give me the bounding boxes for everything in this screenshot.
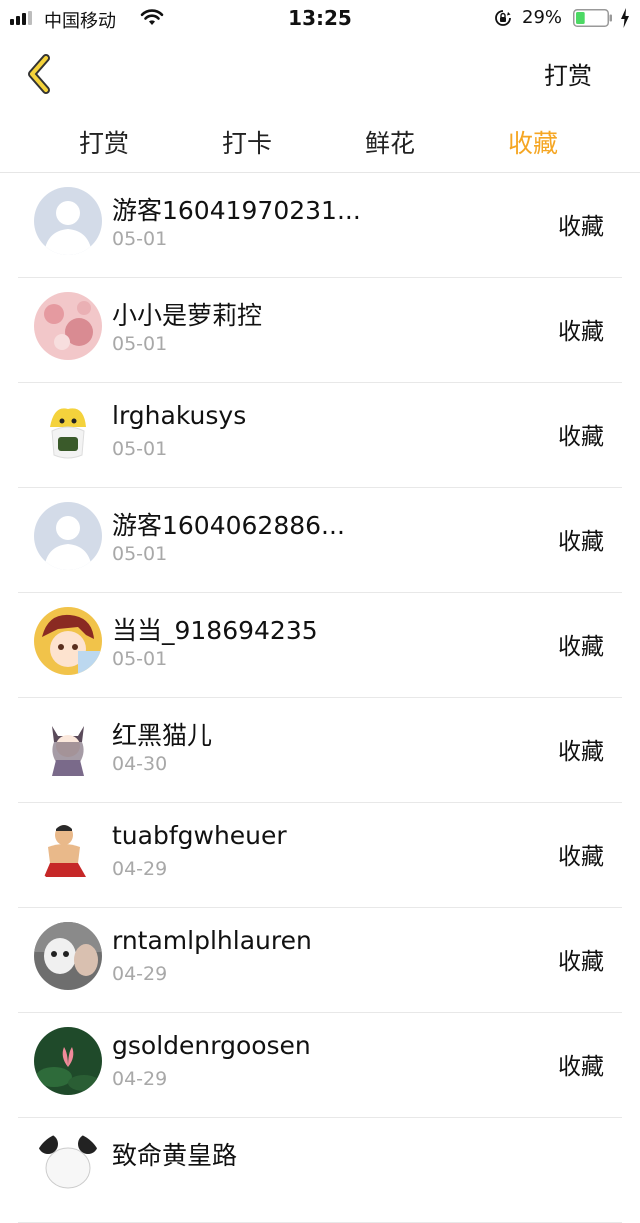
user-name: rntamlplhlauren xyxy=(112,926,312,955)
favorite-label: 收藏 xyxy=(558,214,604,240)
item-date: 05-01 xyxy=(112,333,168,355)
user-name: 致命黄皇路 xyxy=(112,1141,238,1170)
list-item[interactable]: 致命黄皇路 xyxy=(18,1118,622,1223)
back-button[interactable] xyxy=(22,52,62,96)
list-item[interactable]: lrghakusys 05-01 收藏 xyxy=(18,383,622,488)
user-name: tuabfgwheuer xyxy=(112,821,287,850)
robot-photo-avatar xyxy=(34,922,102,990)
favorite-label: 收藏 xyxy=(558,634,604,660)
user-name: 游客16041970231... xyxy=(112,196,361,225)
yellow-bird-avatar xyxy=(34,397,102,465)
item-date: 05-01 xyxy=(112,648,168,670)
favorite-label: 收藏 xyxy=(558,1054,604,1080)
cartoon-man-avatar xyxy=(34,817,102,885)
list-item[interactable]: gsoldenrgoosen 04-29 收藏 xyxy=(18,1013,622,1118)
battery-icon xyxy=(573,9,612,27)
user-name: 当当_918694235 xyxy=(112,616,318,645)
favorite-label: 收藏 xyxy=(558,529,604,555)
favorites-list: 游客16041970231... 05-01 收藏 小小是萝莉控 05-01 收… xyxy=(0,173,640,1223)
reward-button[interactable]: 打赏 xyxy=(544,56,592,91)
tab-checkin[interactable]: 打卡 xyxy=(192,124,302,160)
nav-bar: 打赏 xyxy=(0,36,640,108)
item-date: 05-01 xyxy=(112,438,168,460)
cat-girl-avatar xyxy=(34,712,102,780)
rotation-lock-icon xyxy=(495,10,511,26)
item-date: 04-29 xyxy=(112,858,168,880)
list-item[interactable]: 当当_918694235 05-01 收藏 xyxy=(18,593,622,698)
lotus-avatar xyxy=(34,1027,102,1095)
user-name: 红黑猫儿 xyxy=(112,721,213,750)
pink-pattern-avatar xyxy=(34,292,102,360)
default-avatar xyxy=(34,187,102,255)
list-item[interactable]: 红黑猫儿 04-30 收藏 xyxy=(18,698,622,803)
default-avatar xyxy=(34,502,102,570)
list-item[interactable]: 小小是萝莉控 05-01 收藏 xyxy=(18,278,622,383)
charging-bolt-icon xyxy=(621,8,629,28)
list-item[interactable]: tuabfgwheuer 04-29 收藏 xyxy=(18,803,622,908)
favorite-label: 收藏 xyxy=(558,844,604,870)
battery-percent: 29% xyxy=(522,7,563,28)
favorite-label: 收藏 xyxy=(558,739,604,765)
chevron-left-icon xyxy=(28,54,50,94)
item-date: 04-30 xyxy=(112,753,168,775)
user-name: lrghakusys xyxy=(112,401,247,430)
favorite-label: 收藏 xyxy=(558,424,604,450)
list-item[interactable]: 游客16041970231... 05-01 收藏 xyxy=(18,173,622,278)
favorite-label: 收藏 xyxy=(558,949,604,975)
panda-avatar xyxy=(34,1132,102,1200)
anime-boy-avatar xyxy=(34,607,102,675)
user-name: 小小是萝莉控 xyxy=(112,301,263,330)
tab-flowers[interactable]: 鲜花 xyxy=(335,124,445,160)
list-item[interactable]: rntamlplhlauren 04-29 收藏 xyxy=(18,908,622,1013)
list-item[interactable]: 游客1604062886... 05-01 收藏 xyxy=(18,488,622,593)
tab-reward[interactable]: 打赏 xyxy=(49,124,159,160)
status-bar: 中国移动 13:25 29% xyxy=(0,0,640,36)
favorite-label: 收藏 xyxy=(558,319,604,345)
tab-bar: 打赏 打卡 鲜花 收藏 xyxy=(0,108,640,173)
user-name: gsoldenrgoosen xyxy=(112,1031,311,1060)
user-name: 游客1604062886... xyxy=(112,511,345,540)
item-date: 05-01 xyxy=(112,228,168,250)
item-date: 04-29 xyxy=(112,1068,168,1090)
item-date: 05-01 xyxy=(112,543,168,565)
tab-favorites[interactable]: 收藏 xyxy=(478,124,588,160)
item-date: 04-29 xyxy=(112,963,168,985)
